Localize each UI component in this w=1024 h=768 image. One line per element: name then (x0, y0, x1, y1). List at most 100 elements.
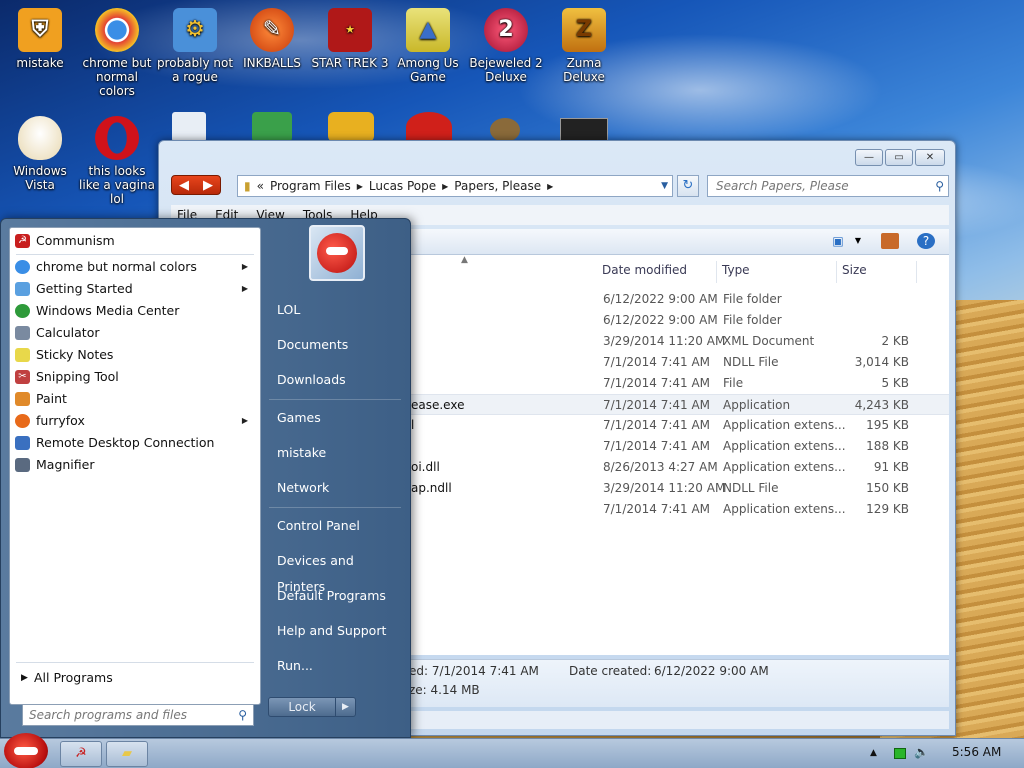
breadcrumb-papers-please[interactable]: Papers, Please (454, 179, 541, 193)
file-row[interactable]: 6/12/2022 9:00 AM File folder (411, 289, 949, 310)
column-header-size[interactable]: Size (837, 261, 917, 283)
desktop-icon-zuma[interactable]: Z Zuma Deluxe (544, 8, 624, 84)
file-list: ▲ Date modified Type Size 6/12/2022 9:00… (411, 255, 949, 655)
close-button[interactable]: ✕ (915, 149, 945, 166)
chrome-icon (15, 260, 30, 274)
file-row[interactable]: l 7/1/2014 7:41 AM Application extens...… (411, 415, 949, 436)
right-item-default-programs[interactable]: Default Programs (277, 583, 403, 609)
desktop-icon-label: this looks like a vagina lol (79, 164, 155, 206)
chevron-right-icon: ▶ (547, 181, 554, 191)
right-item-games[interactable]: Games (277, 405, 403, 431)
program-item-getting-started[interactable]: Getting Started ▶ (10, 278, 260, 300)
sort-arrow-icon: ▲ (461, 255, 468, 265)
lock-options-button[interactable]: ▶ (336, 697, 356, 717)
details-date-created-label: Date created: (569, 664, 652, 678)
program-item-paint[interactable]: Paint (10, 388, 260, 410)
breadcrumb-lucas-pope[interactable]: Lucas Pope (369, 179, 436, 193)
search-icon[interactable]: ⚲ (238, 705, 247, 725)
column-header-date[interactable]: Date modified (597, 261, 717, 283)
right-item-documents[interactable]: Documents (277, 332, 403, 358)
refresh-button[interactable]: ↻ (677, 175, 699, 197)
network-status-icon[interactable] (894, 748, 906, 759)
pinned-item-communism[interactable]: ☭ Communism (10, 230, 260, 252)
desktop-icon-probably-not-a-rogue[interactable]: ⚙ probably not a rogue (155, 8, 235, 84)
program-item-calculator[interactable]: Calculator (10, 322, 260, 344)
file-row[interactable]: 6/12/2022 9:00 AM File folder (411, 310, 949, 331)
submenu-arrow-icon: ▶ (241, 262, 248, 271)
breadcrumb-program-files[interactable]: Program Files (270, 179, 351, 193)
desktop-icon-chrome[interactable]: chrome but normal colors (77, 8, 157, 98)
dropdown-arrow-icon[interactable]: ▼ (661, 181, 668, 191)
file-row[interactable]: 7/1/2014 7:41 AM File 5 KB (411, 373, 949, 394)
file-row-selected[interactable]: ease.exe 7/1/2014 7:41 AM Application 4,… (411, 394, 949, 415)
program-item-windows-media-center[interactable]: Windows Media Center (10, 300, 260, 322)
window-controls: — ▭ ✕ (855, 149, 945, 166)
start-menu-programs-pane: ☭ Communism chrome but normal colors ▶ G… (9, 227, 261, 726)
file-row[interactable]: ap.ndll 3/29/2014 11:20 AM NDLL File 150… (411, 478, 949, 499)
program-item-snipping-tool[interactable]: ✂ Snipping Tool (10, 366, 260, 388)
desktop-icon-bejeweled[interactable]: 2 Bejeweled 2 Deluxe (466, 8, 546, 84)
program-item-remote-desktop[interactable]: Remote Desktop Connection (10, 432, 260, 454)
clock[interactable]: 5:56 AM (952, 745, 1001, 759)
media-center-icon (15, 304, 30, 318)
right-item-downloads[interactable]: Downloads (277, 367, 403, 393)
file-row[interactable]: 7/1/2014 7:41 AM Application extens... 1… (411, 499, 949, 520)
all-programs-button[interactable]: ▶ All Programs (10, 666, 260, 690)
program-item-chrome[interactable]: chrome but normal colors ▶ (10, 256, 260, 278)
angry-birds-pig-icon (328, 112, 374, 142)
column-header-type[interactable]: Type (717, 261, 837, 283)
desktop-icon-label: STAR TREK 3 (311, 56, 389, 70)
desktop-icon-label: Zuma Deluxe (563, 56, 605, 84)
taskbar: ☭ ▰ ▲ 🔈 5:56 AM (0, 733, 1024, 768)
file-row[interactable]: 3/29/2014 11:20 AM XML Document 2 KB (411, 331, 949, 352)
money-bag-icon (490, 118, 520, 142)
lock-button[interactable]: Lock (268, 697, 336, 717)
search-icon[interactable]: ⚲ (935, 176, 944, 196)
right-item-lol[interactable]: LOL (277, 297, 403, 323)
desktop-icon-windows-vista[interactable]: Windows Vista (0, 116, 80, 192)
taskbar-button-communism[interactable]: ☭ (60, 741, 102, 767)
program-item-furryfox[interactable]: furryfox ▶ (10, 410, 260, 432)
communism-icon: ☭ (75, 746, 87, 761)
chevron-down-icon[interactable]: ▼ (849, 233, 867, 249)
file-row[interactable]: 7/1/2014 7:41 AM Application extens... 1… (411, 436, 949, 457)
taskbar-button-explorer[interactable]: ▰ (106, 741, 148, 767)
explorer-search-input[interactable]: Search Papers, Please ⚲ (707, 175, 949, 197)
user-picture[interactable] (309, 225, 365, 281)
right-item-devices-and-printers[interactable]: Devices and Printers (277, 548, 403, 594)
forward-arrow-icon[interactable]: ▶ (203, 178, 213, 193)
remote-desktop-icon (15, 436, 30, 450)
right-item-control-panel[interactable]: Control Panel (277, 513, 403, 539)
minimize-button[interactable]: — (855, 149, 883, 166)
search-placeholder: Search Papers, Please (716, 179, 849, 193)
address-bar[interactable]: ▮ « Program Files ▶ Lucas Pope ▶ Papers,… (237, 175, 673, 197)
view-options-icon[interactable]: ▣ (829, 233, 847, 249)
maximize-button[interactable]: ▭ (885, 149, 913, 166)
start-button[interactable] (4, 733, 48, 768)
file-row[interactable]: oi.dll 8/26/2013 4:27 AM Application ext… (411, 457, 949, 478)
program-item-sticky-notes[interactable]: Sticky Notes (10, 344, 260, 366)
program-item-magnifier[interactable]: Magnifier (10, 454, 260, 476)
desktop-icon-label: mistake (16, 56, 64, 70)
desktop-icon-label: chrome but normal colors (82, 56, 152, 98)
details-date-modified: ed: 7/1/2014 7:41 AM (409, 664, 539, 678)
file-row[interactable]: 7/1/2014 7:41 AM NDLL File 3,014 KB (411, 352, 949, 373)
volume-icon[interactable]: 🔈 (914, 745, 929, 759)
right-item-network[interactable]: Network (277, 475, 403, 501)
right-item-help-and-support[interactable]: Help and Support (277, 618, 403, 644)
desktop-icon-star-trek-3[interactable]: ★ STAR TREK 3 (310, 8, 390, 70)
preview-pane-icon[interactable] (881, 233, 899, 249)
desktop-icon-mistake[interactable]: ⛨ mistake (0, 8, 80, 70)
separator (269, 399, 401, 400)
help-icon[interactable]: ? (917, 233, 935, 249)
desktop-icon-opera[interactable]: this looks like a vagina lol (77, 116, 157, 206)
desktop-icon-inkballs[interactable]: ✎ INKBALLS (232, 8, 312, 70)
paint-icon (15, 392, 30, 406)
desktop-icon-among-us[interactable]: ▲ Among Us Game (388, 8, 468, 84)
right-item-run[interactable]: Run... (277, 653, 403, 679)
back-arrow-icon[interactable]: ◀ (179, 178, 189, 193)
start-search-input[interactable]: Search programs and files ⚲ (22, 704, 254, 726)
opera-icon (95, 116, 139, 160)
right-item-mistake[interactable]: mistake (277, 440, 403, 466)
show-hidden-icons-icon[interactable]: ▲ (870, 748, 877, 758)
